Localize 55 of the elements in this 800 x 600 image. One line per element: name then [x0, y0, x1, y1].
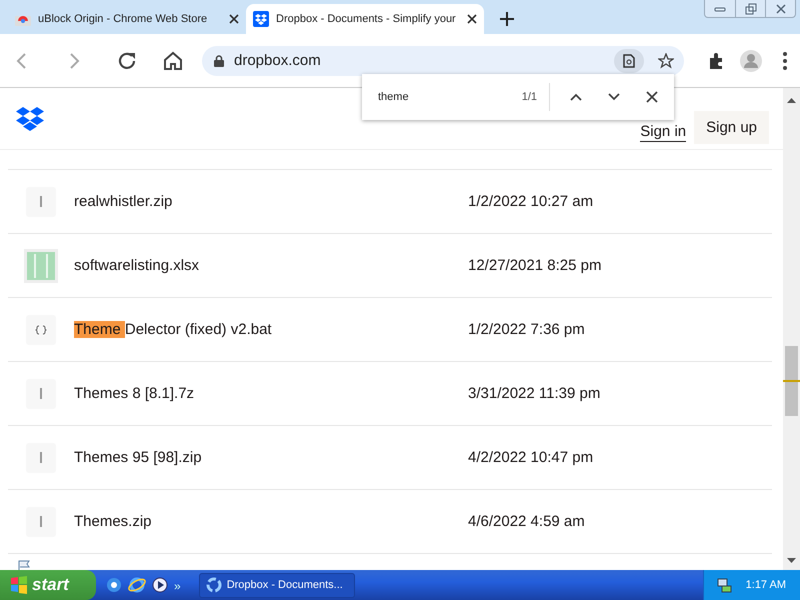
spreadsheet-thumbnail-icon — [24, 248, 58, 282]
media-player-icon[interactable] — [152, 577, 168, 593]
close-icon — [646, 91, 658, 103]
modified-date: 12/27/2021 8:25 pm — [468, 257, 602, 274]
close-tab-button[interactable] — [229, 14, 239, 24]
file-name[interactable]: softwarelisting.xlsx — [74, 257, 468, 274]
browser-icon[interactable] — [106, 577, 122, 593]
match-marker — [783, 380, 800, 382]
file-icon — [26, 378, 56, 408]
chevron-up-icon — [570, 93, 582, 101]
scrollbar-thumb[interactable] — [785, 346, 798, 416]
modified-date: 4/6/2022 4:59 am — [468, 513, 585, 530]
modified-date: 1/2/2022 7:36 pm — [468, 321, 585, 338]
close-icon — [774, 2, 786, 14]
file-name[interactable]: Themes 95 [98].zip — [74, 449, 468, 466]
browser-tab[interactable]: uBlock Origin - Chrome Web Store — [8, 4, 246, 34]
scroll-up-icon[interactable] — [787, 97, 796, 103]
scroll-down-icon[interactable] — [787, 558, 796, 564]
profile-avatar-button[interactable] — [740, 50, 762, 72]
file-name[interactable]: Themes 8 [8.1].7z — [74, 385, 468, 402]
chevron-down-icon — [608, 93, 620, 101]
modified-date: 1/2/2022 10:27 am — [468, 193, 594, 210]
flag-icon[interactable] — [18, 560, 32, 570]
taskbar-window-button[interactable]: Dropbox - Documents... — [198, 572, 355, 598]
home-button[interactable] — [162, 50, 184, 72]
file-name[interactable]: realwhistler.zip — [74, 193, 468, 210]
dropbox-logo-icon — [206, 577, 222, 593]
dropbox-logo-icon[interactable] — [16, 107, 44, 131]
network-tray-icon[interactable] — [716, 577, 732, 593]
modified-date: 3/31/2022 11:39 pm — [468, 385, 600, 402]
match-count: 1/1 — [522, 83, 550, 111]
scrollbar[interactable] — [783, 88, 800, 570]
browser-tab[interactable]: Dropbox - Documents - Simplify your — [246, 4, 484, 34]
sign-in-link[interactable]: Sign in — [640, 123, 686, 142]
internet-explorer-icon[interactable] — [128, 576, 146, 594]
close-tab-button[interactable] — [467, 14, 477, 24]
document-search-icon — [622, 54, 636, 68]
clock: 1:17 AM — [746, 579, 786, 591]
lock-icon — [214, 54, 224, 66]
modified-date: 4/2/2022 10:47 pm — [468, 449, 594, 466]
code-file-icon — [26, 314, 56, 344]
plus-icon — [500, 12, 514, 26]
dropbox-logo-icon — [253, 11, 269, 27]
file-icon — [26, 506, 56, 536]
menu-button[interactable] — [782, 50, 788, 70]
more-chevron[interactable]: » — [174, 579, 181, 593]
restore-icon — [744, 2, 756, 14]
file-icon — [26, 186, 56, 216]
find-in-page-button[interactable] — [614, 48, 644, 72]
sign-up-button[interactable]: Sign up — [694, 111, 769, 144]
file-name[interactable]: Themes.zip — [74, 513, 468, 530]
file-name[interactable]: Theme Delector (fixed) v2.bat — [74, 321, 468, 338]
file-icon — [26, 442, 56, 472]
windows-logo-icon — [10, 576, 28, 594]
minimize-icon — [714, 4, 726, 12]
